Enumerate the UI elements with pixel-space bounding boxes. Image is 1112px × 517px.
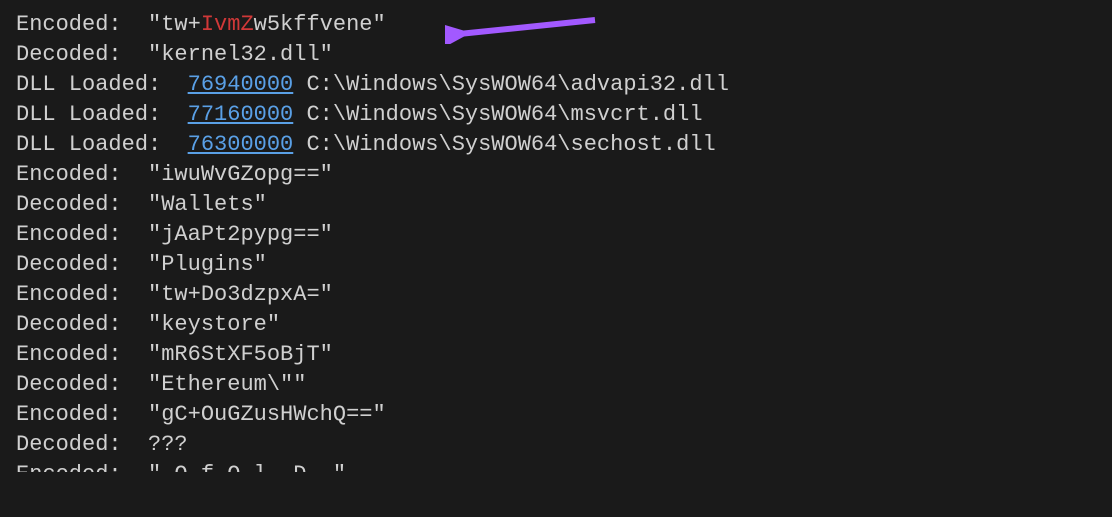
value: ??? bbox=[148, 0, 188, 7]
label: Encoded: bbox=[16, 282, 122, 307]
partial-line-bottom: Encoded: " O f O l D " bbox=[0, 460, 1112, 472]
label: Encoded: bbox=[16, 342, 122, 367]
address-link[interactable]: 76940000 bbox=[188, 72, 294, 97]
label: Encoded: bbox=[16, 402, 122, 427]
label: Decoded: bbox=[16, 42, 122, 67]
log-line-decoded: Decoded: "Wallets" bbox=[0, 190, 1112, 220]
label: Decoded: bbox=[16, 372, 122, 397]
value: " O f O l D " bbox=[148, 462, 346, 472]
encoded-prefix: tw+ bbox=[161, 12, 201, 37]
close-quote: " bbox=[372, 12, 385, 37]
open-quote: " bbox=[148, 12, 161, 37]
label: Decoded: bbox=[16, 192, 122, 217]
encoded-suffix: w5kffvene bbox=[254, 12, 373, 37]
log-line-encoded: Encoded: "tw+IvmZw5kffvene" bbox=[0, 10, 1112, 40]
label: Decoded: bbox=[16, 312, 122, 337]
label: Decoded: bbox=[16, 432, 122, 457]
value: "gC+OuGZusHWchQ==" bbox=[148, 402, 386, 427]
value: "jAaPt2pypg==" bbox=[148, 222, 333, 247]
label: Decoded: bbox=[16, 0, 122, 7]
label: Decoded: bbox=[16, 252, 122, 277]
label: DLL Loaded: bbox=[16, 132, 161, 157]
log-line-encoded: Encoded: "gC+OuGZusHWchQ==" bbox=[0, 400, 1112, 430]
label: Encoded: bbox=[16, 462, 122, 472]
value: ??? bbox=[148, 432, 188, 457]
label: Encoded: bbox=[16, 12, 122, 37]
value: "keystore" bbox=[148, 312, 280, 337]
value: "iwuWvGZopg==" bbox=[148, 162, 333, 187]
address-link[interactable]: 76300000 bbox=[188, 132, 294, 157]
partial-line-top: Decoded: ??? bbox=[0, 0, 1112, 10]
log-line-dll: DLL Loaded: 76300000 C:\Windows\SysWOW64… bbox=[0, 130, 1112, 160]
encoded-highlight: IvmZ bbox=[201, 12, 254, 37]
dll-path: C:\Windows\SysWOW64\sechost.dll bbox=[306, 132, 715, 157]
log-line-dll: DLL Loaded: 77160000 C:\Windows\SysWOW64… bbox=[0, 100, 1112, 130]
log-line-encoded: Encoded: "tw+Do3dzpxA=" bbox=[0, 280, 1112, 310]
log-line-decoded: Decoded: "kernel32.dll" bbox=[0, 40, 1112, 70]
log-line-decoded: Decoded: "keystore" bbox=[0, 310, 1112, 340]
log-line-decoded: Decoded: ??? bbox=[0, 430, 1112, 460]
log-line-encoded: Encoded: "iwuWvGZopg==" bbox=[0, 160, 1112, 190]
log-line-encoded: Encoded: "jAaPt2pypg==" bbox=[0, 220, 1112, 250]
value: "Wallets" bbox=[148, 192, 267, 217]
value: "mR6StXF5oBjT" bbox=[148, 342, 333, 367]
log-line-decoded: Decoded: "Ethereum\"" bbox=[0, 370, 1112, 400]
log-line-decoded: Decoded: "Plugins" bbox=[0, 250, 1112, 280]
value: "Ethereum\"" bbox=[148, 372, 306, 397]
decoded-value: "kernel32.dll" bbox=[148, 42, 333, 67]
dll-path: C:\Windows\SysWOW64\advapi32.dll bbox=[306, 72, 728, 97]
label: Encoded: bbox=[16, 222, 122, 247]
value: "Plugins" bbox=[148, 252, 267, 277]
label: DLL Loaded: bbox=[16, 102, 161, 127]
address-link[interactable]: 77160000 bbox=[188, 102, 294, 127]
dll-path: C:\Windows\SysWOW64\msvcrt.dll bbox=[306, 102, 702, 127]
label: DLL Loaded: bbox=[16, 72, 161, 97]
label: Encoded: bbox=[16, 162, 122, 187]
log-line-encoded: Encoded: "mR6StXF5oBjT" bbox=[0, 340, 1112, 370]
log-line-dll: DLL Loaded: 76940000 C:\Windows\SysWOW64… bbox=[0, 70, 1112, 100]
value: "tw+Do3dzpxA=" bbox=[148, 282, 333, 307]
